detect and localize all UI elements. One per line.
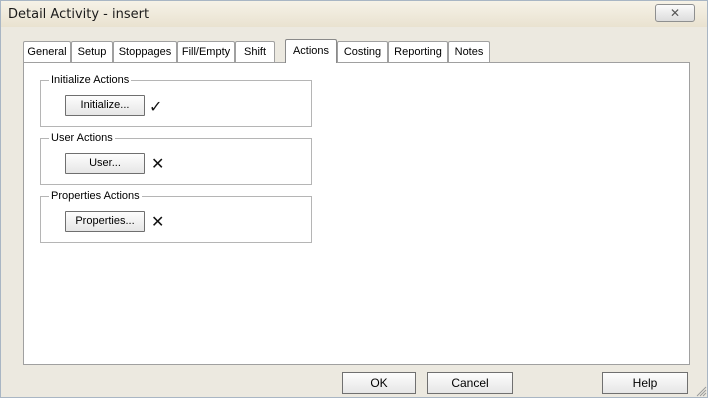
close-icon: ✕ — [669, 6, 681, 20]
user-button[interactable]: User... — [65, 153, 145, 174]
user-actions-group: User Actions User... ✕ — [40, 131, 312, 185]
properties-button[interactable]: Properties... — [65, 211, 145, 232]
tab-stoppages[interactable]: Stoppages — [113, 41, 177, 62]
initialize-actions-legend: Initialize Actions — [49, 73, 132, 87]
tab-costing[interactable]: Costing — [337, 41, 388, 62]
tab-reporting[interactable]: Reporting — [388, 41, 448, 62]
help-button[interactable]: Help — [602, 372, 688, 394]
properties-actions-group: Properties Actions Properties... ✕ — [40, 189, 312, 243]
close-button[interactable]: ✕ — [655, 4, 695, 22]
actions-tab-panel: Initialize Actions Initialize... ✓ User … — [23, 62, 690, 365]
tab-shift[interactable]: Shift — [235, 41, 275, 62]
initialize-button[interactable]: Initialize... — [65, 95, 145, 116]
user-actions-legend: User Actions — [49, 131, 115, 145]
tab-notes[interactable]: Notes — [448, 41, 490, 62]
initialize-actions-group: Initialize Actions Initialize... ✓ — [40, 73, 312, 127]
dialog-window: Detail Activity - insert ✕ General Setup… — [0, 0, 708, 398]
cancel-button[interactable]: Cancel — [427, 372, 513, 394]
cross-icon: ✕ — [151, 212, 165, 231]
title-bar[interactable]: Detail Activity - insert ✕ — [1, 1, 707, 27]
checkmark-icon: ✓ — [149, 97, 163, 116]
resize-grip-icon[interactable] — [695, 385, 707, 397]
tab-general[interactable]: General — [23, 41, 71, 62]
tab-fill-empty[interactable]: Fill/Empty — [177, 41, 235, 62]
window-title: Detail Activity - insert — [8, 7, 150, 22]
ok-button[interactable]: OK — [342, 372, 416, 394]
cross-icon: ✕ — [151, 154, 165, 173]
properties-actions-legend: Properties Actions — [49, 189, 142, 203]
tab-actions[interactable]: Actions — [285, 39, 337, 63]
tab-setup[interactable]: Setup — [71, 41, 113, 62]
